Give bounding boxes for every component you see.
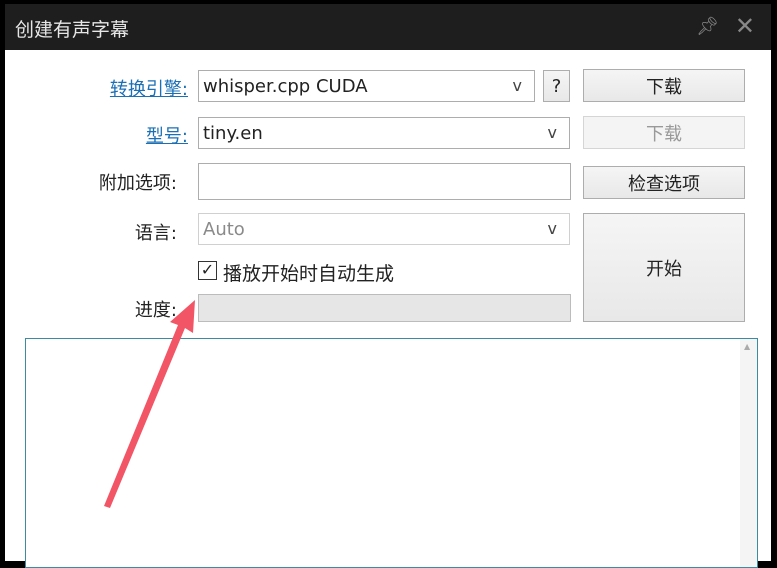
annotation-arrow <box>104 300 195 508</box>
arrow-shape <box>104 300 195 508</box>
